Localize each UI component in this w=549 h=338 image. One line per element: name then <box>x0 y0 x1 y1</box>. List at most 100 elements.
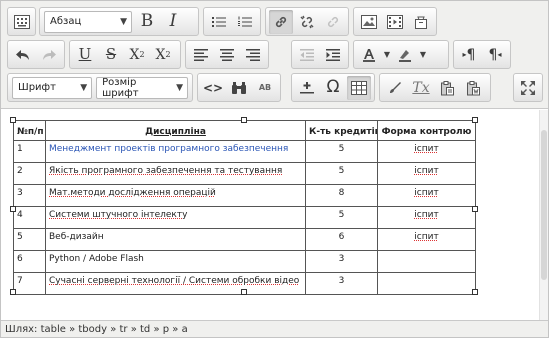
cell-credits[interactable]: 5 <box>305 162 378 185</box>
editor-content-area[interactable]: №п/п Дисципліна К-ть кредитів Форма конт… <box>1 110 539 320</box>
manage-files-button[interactable] <box>409 10 433 34</box>
element-path[interactable]: Шлях: table » tbody » tr » td » p » a <box>5 324 188 335</box>
toolbar-group-tools: <> АВ <box>197 73 281 102</box>
special-char-button[interactable]: Ω <box>321 76 345 100</box>
align-left-button[interactable] <box>189 43 213 67</box>
cell-credits[interactable]: 6 <box>305 228 378 251</box>
clear-format-icon: Tx <box>412 79 430 96</box>
cell-credits[interactable]: 3 <box>305 272 378 295</box>
resize-handle-top-right[interactable] <box>472 117 478 123</box>
cell-control[interactable]: іспит <box>377 140 476 163</box>
outdent-button[interactable] <box>295 43 319 67</box>
spellcheck-button[interactable]: АВ <box>253 76 277 100</box>
cell-num[interactable]: 5 <box>13 228 46 251</box>
disciplines-table[interactable]: №п/п Дисципліна К-ть кредитів Форма конт… <box>13 120 476 295</box>
ordered-list-button[interactable] <box>233 10 257 34</box>
cell-discipline[interactable]: Веб-дизайн <box>45 228 306 251</box>
cell-num[interactable]: 2 <box>13 162 46 185</box>
subscript-button[interactable]: X2 <box>125 43 149 67</box>
content-scrollbar[interactable] <box>539 110 548 320</box>
background-color-button[interactable] <box>393 43 417 67</box>
align-left-icon <box>193 48 209 62</box>
toolbar-toggle-button[interactable] <box>11 10 32 34</box>
background-color-dropdown[interactable]: ▼ <box>418 50 428 59</box>
format-select-value: Абзац <box>50 16 82 27</box>
header-num[interactable]: №п/п <box>13 120 46 141</box>
superscript-button[interactable]: X2 <box>151 43 175 67</box>
cell-num[interactable]: 1 <box>13 140 46 163</box>
font-size-select[interactable]: Розмір шрифт ▼ <box>96 76 188 99</box>
toolbar-group-media <box>353 7 437 36</box>
rtl-button[interactable]: ¶ ◂ <box>483 43 507 67</box>
paste-text-button[interactable] <box>435 76 459 100</box>
indent-button[interactable] <box>321 43 345 67</box>
cell-discipline[interactable]: Менеджмент проектів програмного забезпеч… <box>45 140 306 163</box>
unordered-list-button[interactable] <box>207 10 231 34</box>
cell-control[interactable]: іспит <box>377 228 476 251</box>
text-color-dropdown[interactable]: ▼ <box>382 50 392 59</box>
subscript-label: X <box>129 46 140 63</box>
cell-discipline[interactable]: Сучасні серверні технології / Системи об… <box>45 272 306 295</box>
cell-credits[interactable]: 5 <box>305 140 378 163</box>
strikethrough-button[interactable]: S <box>99 43 123 67</box>
cleanup-button[interactable] <box>383 76 407 100</box>
paste-word-button[interactable] <box>461 76 485 100</box>
header-credits[interactable]: К-ть кредитів <box>305 120 378 141</box>
align-right-button[interactable] <box>241 43 265 67</box>
cell-discipline[interactable]: Якість програмного забезпечення та тесту… <box>45 162 306 185</box>
cell-credits[interactable]: 8 <box>305 184 378 207</box>
font-family-select[interactable]: Шрифт ▼ <box>12 76 93 99</box>
cell-num[interactable]: 3 <box>13 184 46 207</box>
resize-handle-bottom-left[interactable] <box>10 289 16 295</box>
text-color-button[interactable] <box>357 43 381 67</box>
redo-button[interactable] <box>37 43 61 67</box>
html-source-button[interactable]: <> <box>201 76 225 100</box>
ltr-button[interactable]: ▸ ¶ <box>457 43 481 67</box>
resize-handle-top[interactable] <box>241 117 247 123</box>
format-select[interactable]: Абзац ▼ <box>44 10 132 33</box>
cell-control[interactable] <box>377 272 476 295</box>
italic-button[interactable]: I <box>161 10 185 34</box>
resize-handle-right[interactable] <box>472 206 478 212</box>
highlight-color-icon <box>397 47 413 63</box>
table-row: 3 Мат.методи дослідження операцій 8 іспи… <box>13 184 476 207</box>
cell-num[interactable]: 6 <box>13 250 46 273</box>
insert-image-button[interactable] <box>357 10 381 34</box>
resize-handle-left[interactable] <box>10 206 16 212</box>
toolbar-group-format: Абзац ▼ B I <box>39 7 199 36</box>
bold-button[interactable]: B <box>135 10 159 34</box>
resize-handle-bottom[interactable] <box>241 289 247 295</box>
underline-button[interactable]: U <box>73 43 97 67</box>
resize-handle-top-left[interactable] <box>10 117 16 123</box>
cell-control[interactable]: іспит <box>377 206 476 229</box>
cell-discipline[interactable]: Python / Adobe Flash <box>45 250 306 273</box>
resize-handle-bottom-right[interactable] <box>472 289 478 295</box>
link-button[interactable] <box>269 9 293 34</box>
clear-formatting-button[interactable]: Tx <box>409 76 433 100</box>
ltr-pilcrow: ¶ <box>466 46 476 63</box>
cell-control[interactable]: іспит <box>377 184 476 207</box>
undo-button[interactable] <box>11 43 35 67</box>
fullscreen-button[interactable] <box>517 76 539 100</box>
cell-credits[interactable]: 3 <box>305 250 378 273</box>
cell-credits[interactable]: 5 <box>305 206 378 229</box>
cell-num[interactable]: 7 <box>13 272 46 295</box>
header-discipline[interactable]: Дисципліна <box>45 120 306 141</box>
subscript-mark: 2 <box>139 49 145 59</box>
header-control[interactable]: Форма контролю <box>377 120 476 141</box>
search-replace-button[interactable] <box>227 76 251 100</box>
align-center-button[interactable] <box>215 43 239 67</box>
text-color-icon <box>361 47 377 63</box>
horizontal-rule-button[interactable] <box>295 76 319 100</box>
table-button[interactable] <box>347 75 371 100</box>
cell-control[interactable] <box>377 250 476 273</box>
unlink-icon <box>299 14 315 30</box>
unlink-button[interactable] <box>295 10 319 34</box>
scrollbar-thumb[interactable] <box>541 130 547 280</box>
anchor-button[interactable] <box>321 10 345 34</box>
insert-media-button[interactable] <box>383 10 407 34</box>
cell-discipline[interactable]: Системи штучного інтелекту <box>45 206 306 229</box>
cell-control[interactable]: іспит <box>377 162 476 185</box>
cell-discipline[interactable]: Мат.методи дослідження операцій <box>45 184 306 207</box>
cell-num[interactable]: 4 <box>13 206 46 229</box>
